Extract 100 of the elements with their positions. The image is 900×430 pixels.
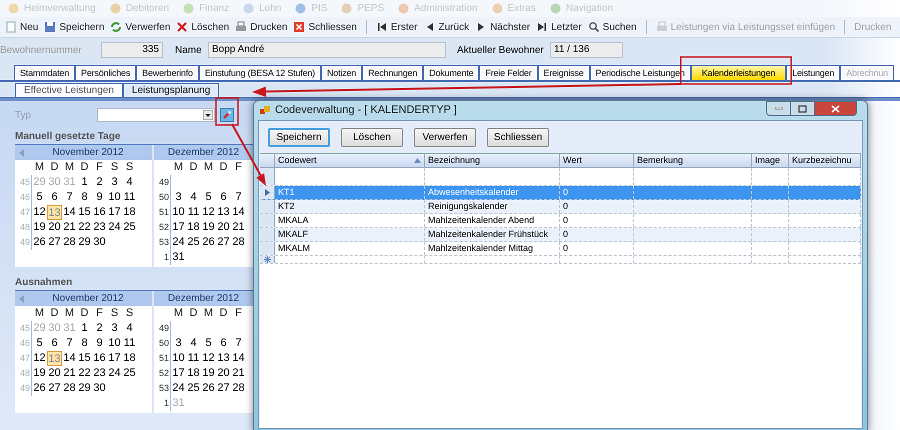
calendar-day[interactable]: 7 bbox=[62, 190, 77, 205]
calendar-day[interactable]: 5 bbox=[201, 190, 216, 205]
text-field[interactable]: 11 / 136 bbox=[550, 42, 623, 58]
calendar-day[interactable]: 9 bbox=[92, 190, 107, 205]
calendar-day[interactable]: 25 bbox=[186, 235, 201, 250]
table-row[interactable]: MKALF Mahlzeitenkalender Frühstück 0 bbox=[260, 228, 861, 242]
calendar-day[interactable]: 16 bbox=[92, 351, 107, 366]
calendar-day[interactable]: 26 bbox=[201, 235, 216, 250]
calendar-day[interactable]: 24 bbox=[107, 220, 122, 235]
calendar-day[interactable]: 27 bbox=[216, 381, 231, 396]
calendar-day[interactable]: 15 bbox=[77, 205, 92, 220]
previous-month-icon[interactable] bbox=[19, 148, 24, 156]
calendar-day[interactable]: 24 bbox=[171, 381, 186, 396]
toolbar-button[interactable]: Verwerfen bbox=[107, 18, 174, 36]
calendar-day[interactable]: 3 bbox=[107, 321, 122, 336]
calendar-day[interactable]: 19 bbox=[32, 366, 47, 381]
calendar-day[interactable]: 21 bbox=[231, 366, 246, 381]
calendar-day[interactable]: 17 bbox=[107, 351, 122, 366]
calendar-day[interactable]: 28 bbox=[62, 381, 77, 396]
column-header[interactable]: Wert bbox=[560, 154, 634, 167]
dropdown-field[interactable] bbox=[97, 108, 215, 122]
table-row[interactable]: MKALA Mahlzeitenkalender Abend 0 bbox=[260, 214, 861, 228]
calendar-day[interactable]: 3 bbox=[107, 175, 122, 190]
calendar-day[interactable]: 23 bbox=[92, 220, 107, 235]
tab[interactable]: Kalenderleistungen bbox=[690, 65, 786, 80]
calendar-day[interactable]: 17 bbox=[171, 366, 186, 381]
calendar-day[interactable]: 27 bbox=[47, 381, 62, 396]
calendar-day[interactable]: 5 bbox=[32, 190, 47, 205]
calendar-day[interactable]: 19 bbox=[201, 366, 216, 381]
calendar-day[interactable]: 12 bbox=[201, 205, 216, 220]
calendar-day[interactable]: 29 bbox=[77, 381, 92, 396]
calendar-day[interactable]: 14 bbox=[231, 351, 246, 366]
tab[interactable]: Leistungsplanung bbox=[122, 83, 220, 97]
calendar-day[interactable]: 22 bbox=[77, 366, 92, 381]
calendar-day[interactable]: 11 bbox=[186, 205, 201, 220]
calendar-day[interactable]: 10 bbox=[107, 336, 122, 351]
calendar-day[interactable]: 26 bbox=[32, 381, 47, 396]
column-header[interactable]: Kurzbezeichnu bbox=[789, 154, 861, 167]
toolbar-button[interactable]: Drucken bbox=[232, 18, 290, 36]
toolbar-button[interactable]: Letzter bbox=[533, 18, 585, 36]
calendar-day[interactable]: 20 bbox=[216, 366, 231, 381]
table-row[interactable]: KT2 Reinigungskalender 0 bbox=[260, 200, 861, 214]
calendar-day[interactable]: 5 bbox=[201, 336, 216, 351]
calendar-day[interactable]: 24 bbox=[107, 366, 122, 381]
calendar-day[interactable]: 30 bbox=[92, 381, 107, 396]
edit-button[interactable] bbox=[220, 108, 234, 122]
calendar-day[interactable]: 2 bbox=[92, 321, 107, 336]
tab[interactable]: Effective Leistungen bbox=[15, 83, 123, 97]
close-button[interactable] bbox=[815, 101, 857, 116]
toolbar-button[interactable]: Nächster bbox=[472, 18, 534, 36]
dialog-button[interactable]: Löschen bbox=[341, 128, 403, 146]
toolbar-button[interactable]: Löschen bbox=[173, 18, 232, 36]
calendar-day[interactable]: 25 bbox=[186, 381, 201, 396]
column-header[interactable]: Bemerkung bbox=[634, 154, 752, 167]
calendar-day[interactable]: 26 bbox=[201, 381, 216, 396]
calendar-day[interactable]: 9 bbox=[92, 336, 107, 351]
calendar-day[interactable]: 10 bbox=[107, 190, 122, 205]
calendar-day[interactable]: 4 bbox=[186, 336, 201, 351]
calendar-day[interactable]: 18 bbox=[122, 351, 137, 366]
calendar-day[interactable]: 18 bbox=[186, 366, 201, 381]
calendar-day[interactable]: 12 bbox=[32, 205, 47, 220]
calendar-day[interactable]: 31 bbox=[171, 250, 186, 265]
calendar-day[interactable]: 27 bbox=[47, 235, 62, 250]
tab[interactable]: Einstufung (BESA 12 Stufen) bbox=[198, 65, 321, 80]
calendar-day[interactable]: 4 bbox=[122, 175, 137, 190]
text-field[interactable]: Bopp André bbox=[208, 42, 446, 58]
calendar-day[interactable]: 13 bbox=[216, 351, 231, 366]
calendar-day[interactable]: 23 bbox=[92, 366, 107, 381]
calendar-day[interactable]: 8 bbox=[77, 336, 92, 351]
column-header[interactable]: Codewert bbox=[275, 154, 425, 167]
toolbar-button[interactable]: Zurück bbox=[420, 18, 472, 36]
toolbar-button[interactable]: Erster bbox=[372, 18, 421, 36]
calendar-day[interactable]: 16 bbox=[92, 205, 107, 220]
calendar-day[interactable]: 7 bbox=[62, 336, 77, 351]
minimize-button[interactable] bbox=[766, 101, 791, 116]
calendar-day[interactable]: 6 bbox=[47, 336, 62, 351]
toolbar-button[interactable]: Speichern bbox=[41, 18, 108, 36]
calendar-day[interactable]: 15 bbox=[77, 351, 92, 366]
calendar-day[interactable]: 3 bbox=[171, 190, 186, 205]
calendar-day[interactable]: 28 bbox=[62, 235, 77, 250]
calendar-day[interactable]: 27 bbox=[216, 235, 231, 250]
toolbar-button[interactable]: Neu bbox=[2, 18, 42, 36]
calendar-day[interactable]: 28 bbox=[231, 381, 246, 396]
calendar-day[interactable]: 18 bbox=[186, 220, 201, 235]
calendar-day[interactable]: 12 bbox=[32, 351, 47, 366]
calendar-day[interactable]: 7 bbox=[231, 336, 246, 351]
calendar-day[interactable]: 29 bbox=[77, 235, 92, 250]
table-row[interactable]: MKALM Mahlzeitenkalender Mittag 0 bbox=[260, 242, 861, 256]
calendar-day[interactable]: 8 bbox=[77, 190, 92, 205]
previous-month-icon[interactable] bbox=[19, 294, 24, 302]
calendar-day[interactable]: 11 bbox=[122, 190, 137, 205]
calendar-day[interactable]: 1 bbox=[77, 175, 92, 190]
row-header[interactable] bbox=[260, 186, 275, 199]
toolbar-button[interactable]: Suchen bbox=[584, 18, 640, 36]
calendar-day[interactable]: 10 bbox=[171, 205, 186, 220]
calendar-day[interactable]: 22 bbox=[77, 220, 92, 235]
calendar-day[interactable]: 21 bbox=[231, 220, 246, 235]
calendar-day[interactable]: 12 bbox=[201, 351, 216, 366]
calendar-day[interactable]: 11 bbox=[186, 351, 201, 366]
calendar-day[interactable]: 20 bbox=[216, 220, 231, 235]
